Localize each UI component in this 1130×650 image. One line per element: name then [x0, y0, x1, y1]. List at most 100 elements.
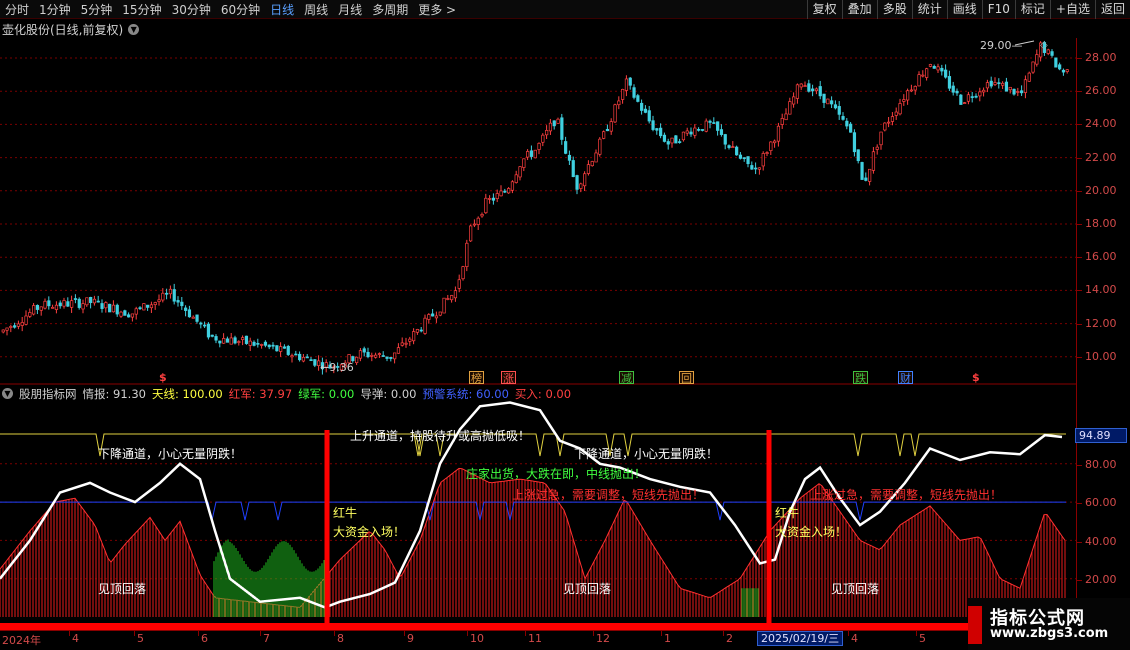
candle-body	[735, 146, 739, 156]
candle-body	[647, 110, 651, 122]
candle-body	[906, 90, 910, 101]
event-marker[interactable]: $	[971, 371, 981, 384]
candle-body	[290, 355, 294, 358]
candle-body	[826, 98, 830, 105]
restore-rights-button[interactable]: 复权	[806, 0, 842, 19]
candle-body	[472, 223, 477, 226]
date-tick	[723, 631, 724, 636]
event-marker[interactable]: 减	[619, 371, 634, 385]
toolbar-right: 复权 叠加 多股 统计 画线 F10 标记 +自选 返回	[806, 0, 1130, 19]
candle-body	[795, 84, 800, 99]
annotation-dealer-out: 庄家出货，大跌在即，中线抛出！	[466, 467, 647, 481]
candle-body	[909, 89, 914, 92]
candle-body	[898, 103, 902, 115]
candle-body	[408, 338, 412, 342]
candle-body	[624, 78, 629, 91]
candle-body	[959, 94, 963, 105]
candle-body	[712, 122, 716, 124]
period-5min[interactable]: 5分钟	[76, 1, 118, 18]
period-15min[interactable]: 15分钟	[117, 1, 166, 18]
watermark-bar	[968, 606, 982, 644]
add-watchlist-button[interactable]: +自选	[1049, 0, 1095, 19]
event-marker[interactable]: 财	[898, 371, 913, 385]
candle-body	[286, 346, 290, 355]
candle-body	[1058, 64, 1062, 70]
candle-body	[780, 118, 784, 125]
period-60min[interactable]: 60分钟	[216, 1, 265, 18]
event-marker[interactable]: 榜	[469, 371, 484, 385]
candle-body	[396, 347, 401, 354]
candle-body	[727, 145, 731, 148]
event-marker[interactable]: 跌	[853, 371, 868, 385]
period-intraday[interactable]: 分时	[0, 1, 34, 18]
f10-button[interactable]: F10	[981, 0, 1015, 19]
candle-body	[111, 304, 116, 313]
high-price-label: 29.00—	[980, 39, 1023, 52]
candle-body	[146, 304, 150, 308]
current-date-cursor: 2025/02/19/三	[757, 631, 844, 646]
candle-body	[119, 311, 123, 317]
candle-body	[621, 88, 625, 100]
candle-body	[412, 331, 416, 342]
candle-body	[377, 353, 382, 355]
mark-button[interactable]: 标记	[1014, 0, 1050, 19]
date-label: 12	[596, 632, 610, 645]
period-multi[interactable]: 多周期	[367, 1, 413, 18]
candle-body	[244, 335, 249, 344]
buy-signal-bar	[324, 430, 330, 625]
candle-body	[70, 300, 74, 308]
period-weekly[interactable]: 周线	[299, 1, 333, 18]
diamond-icon: ◇	[1040, 40, 1048, 51]
annotation-peak-fall: 见顶回落	[98, 582, 147, 596]
candle-body	[545, 130, 549, 136]
annotation-down-channel: 下降通道，小心无量阴跌！	[574, 447, 719, 461]
candle-body	[697, 129, 701, 131]
draw-line-button[interactable]: 画线	[946, 0, 982, 19]
candle-body	[670, 137, 674, 144]
indicator-chart[interactable]	[0, 385, 1076, 630]
statistics-button[interactable]: 统计	[911, 0, 947, 19]
candle-body	[700, 129, 705, 131]
date-tick	[69, 631, 70, 636]
candle-body	[149, 304, 154, 309]
candle-body	[1035, 54, 1039, 65]
candle-body	[85, 297, 89, 306]
candle-body	[184, 307, 188, 311]
annotation-peak-fall: 见顶回落	[563, 582, 612, 596]
event-marker[interactable]: $	[158, 371, 168, 384]
candle-body	[837, 106, 841, 115]
candlestick-chart[interactable]: 29.00— ◇ ←9.36	[0, 38, 1076, 385]
overlay-button[interactable]: 叠加	[841, 0, 877, 19]
date-tick	[525, 631, 526, 636]
candle-body	[632, 87, 636, 98]
multi-stock-button[interactable]: 多股	[876, 0, 912, 19]
candle-body	[263, 341, 268, 346]
candle-body	[115, 304, 119, 315]
candle-body	[77, 298, 81, 308]
candle-body	[583, 173, 587, 187]
candle-body	[362, 348, 366, 353]
candle-body	[92, 298, 97, 304]
candle-body	[552, 120, 556, 127]
period-monthly[interactable]: 月线	[333, 1, 367, 18]
indicator-tick: 60.00	[1077, 496, 1117, 510]
candle-body	[605, 128, 610, 132]
candle-body	[659, 127, 663, 137]
low-price-label: ←9.36	[320, 361, 354, 374]
candle-body	[51, 306, 55, 309]
back-button[interactable]: 返回	[1094, 0, 1130, 19]
date-label: 4	[72, 632, 79, 645]
candle-body	[643, 108, 648, 113]
period-more[interactable]: 更多 >	[413, 1, 461, 18]
indicator-name[interactable]: 股朋指标网	[19, 386, 77, 402]
candle-body	[381, 355, 385, 357]
event-marker[interactable]: 回	[679, 371, 694, 385]
candle-body	[761, 153, 765, 167]
candle-body	[921, 74, 925, 77]
chevron-down-icon[interactable]: ▼	[2, 388, 13, 399]
period-daily[interactable]: 日线	[265, 1, 299, 18]
period-1min[interactable]: 1分钟	[34, 1, 76, 18]
period-30min[interactable]: 30分钟	[167, 1, 216, 18]
event-marker[interactable]: 涨	[501, 371, 516, 385]
chevron-down-icon[interactable]: ▼	[128, 23, 140, 35]
